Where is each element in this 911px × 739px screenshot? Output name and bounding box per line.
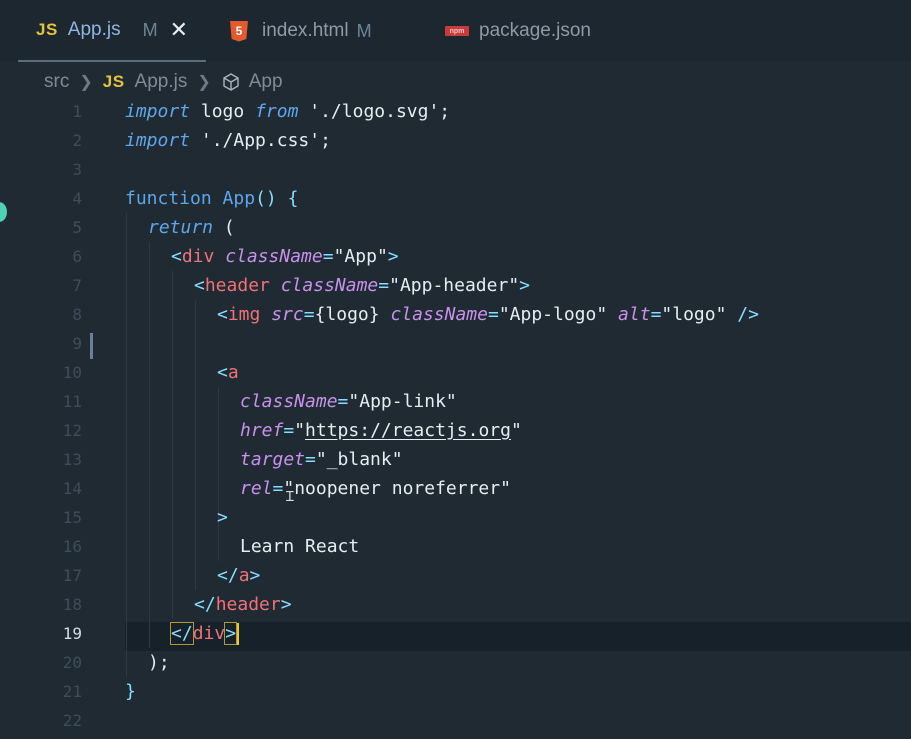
js-file-icon: JS bbox=[36, 20, 58, 39]
code-line: 10 <a bbox=[0, 358, 911, 387]
line-number: 7 bbox=[72, 276, 82, 295]
code-line: 20 ); bbox=[0, 648, 911, 677]
breadcrumb-folder[interactable]: src bbox=[44, 71, 69, 93]
code-line: 7 <header className="App-header"> bbox=[0, 271, 911, 300]
breadcrumb-symbol[interactable]: App bbox=[249, 71, 283, 93]
code-line: 2 import './App.css'; bbox=[0, 126, 911, 155]
breadcrumb-file[interactable]: App.js bbox=[135, 71, 188, 93]
symbol-cube-icon bbox=[223, 73, 239, 91]
html5-icon: 5 bbox=[230, 20, 248, 42]
code-line: 17 </a> bbox=[0, 561, 911, 590]
code-line: 15 > bbox=[0, 503, 911, 532]
url-link[interactable]: https://reactjs.org bbox=[305, 420, 511, 441]
code-line: 3 bbox=[0, 155, 911, 184]
line-number: 18 bbox=[62, 595, 82, 614]
code-line: 1 import logo from './logo.svg'; bbox=[0, 97, 911, 126]
code-editor[interactable]: 1 import logo from './logo.svg'; 2 impor… bbox=[0, 97, 911, 739]
line-number: 9 bbox=[72, 334, 82, 353]
code-line: 4 function App() { bbox=[0, 184, 911, 213]
code-line: 5 return ( bbox=[0, 213, 911, 242]
line-number: 1 bbox=[72, 102, 82, 121]
chevron-right-icon: ❯ bbox=[197, 74, 211, 91]
code-line-current: 19 </div> bbox=[0, 619, 911, 648]
line-number: 15 bbox=[62, 508, 82, 527]
line-number: 12 bbox=[62, 421, 82, 440]
line-number: 14 bbox=[62, 479, 82, 498]
tab-label: index.html bbox=[262, 20, 349, 41]
tab-package-json[interactable]: npm package.json bbox=[445, 0, 591, 62]
code-line: 22 bbox=[0, 706, 911, 735]
line-number: 13 bbox=[62, 450, 82, 469]
npm-icon: npm bbox=[445, 26, 469, 36]
code-line: 18 </header> bbox=[0, 590, 911, 619]
code-line: 6 <div className="App"> bbox=[0, 242, 911, 271]
line-number: 3 bbox=[72, 160, 82, 179]
code-line: 12 href="https://reactjs.org" bbox=[0, 416, 911, 445]
line-number: 6 bbox=[72, 247, 82, 266]
line-number: 22 bbox=[62, 711, 82, 730]
text-select-cursor-icon: Ɪ bbox=[286, 489, 294, 505]
modified-indicator: M bbox=[356, 20, 372, 41]
line-number: 10 bbox=[62, 363, 82, 382]
line-number: 11 bbox=[62, 392, 82, 411]
line-number: 8 bbox=[72, 305, 82, 324]
code-line: 21 } bbox=[0, 677, 911, 706]
code-line: 11 className="App-link" bbox=[0, 387, 911, 416]
line-number: 5 bbox=[72, 218, 82, 237]
line-number: 21 bbox=[62, 682, 82, 701]
tab-bar: JS App.js M ✕ 5 index.html M npm package… bbox=[0, 0, 911, 62]
code-line: 13 target="_blank" bbox=[0, 445, 911, 474]
js-file-icon: JS bbox=[102, 72, 125, 91]
tab-label: App.js bbox=[67, 19, 121, 40]
tab-app-js[interactable]: JS App.js M ✕ bbox=[18, 0, 206, 62]
modified-indicator: M bbox=[142, 19, 158, 40]
code-line: 9 bbox=[0, 329, 911, 358]
line-number: 4 bbox=[72, 189, 82, 208]
line-number: 19 bbox=[62, 624, 82, 643]
line-number: 20 bbox=[62, 653, 82, 672]
line-number: 17 bbox=[62, 566, 82, 585]
line-number: 2 bbox=[72, 131, 82, 150]
text-cursor bbox=[237, 623, 240, 645]
code-line: 16 Learn React bbox=[0, 532, 911, 561]
breadcrumb: src ❯ JS App.js ❯ App bbox=[44, 68, 283, 96]
tab-index-html[interactable]: 5 index.html M bbox=[230, 0, 372, 62]
line-number: 16 bbox=[62, 537, 82, 556]
code-line: 14 rel="noopener noreferrer" bbox=[0, 474, 911, 503]
close-tab-icon[interactable]: ✕ bbox=[170, 19, 188, 41]
chevron-right-icon: ❯ bbox=[79, 74, 93, 91]
code-line: 8 <img src={logo} className="App-logo" a… bbox=[0, 300, 911, 329]
tab-label: package.json bbox=[479, 20, 591, 41]
